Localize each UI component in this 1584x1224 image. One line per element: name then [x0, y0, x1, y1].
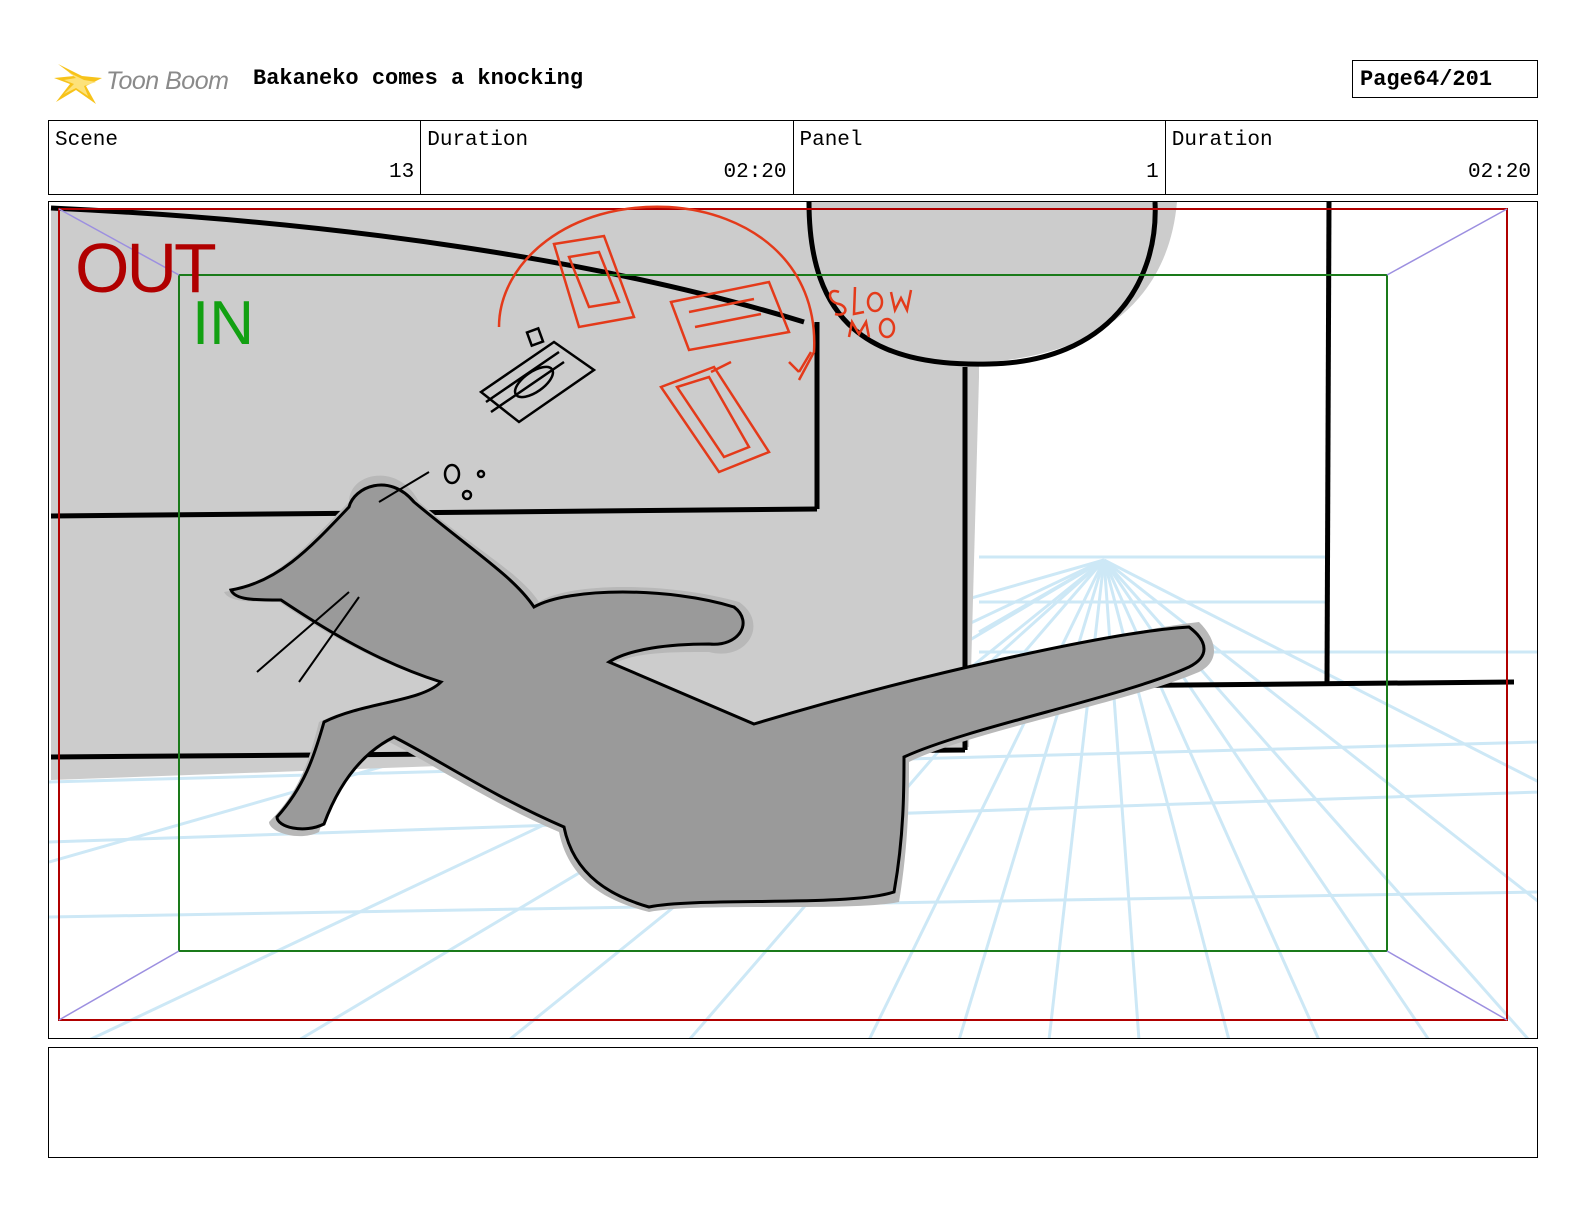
- panel-duration-value: 02:20: [1467, 161, 1531, 184]
- panel-info-row: Scene 13 Duration 02:20 Panel 1 Duration…: [48, 120, 1538, 195]
- toon-boom-logo: Toon Boom: [52, 56, 242, 108]
- page-label: Page: [1360, 66, 1413, 92]
- scene-duration-label: Duration: [427, 129, 529, 152]
- project-title: Bakaneko comes a knocking: [253, 66, 584, 91]
- panel-drawing: [49, 202, 1537, 1038]
- panel-label: Panel: [799, 129, 863, 152]
- starburst-icon: [54, 64, 102, 104]
- storyboard-header: Toon Boom Bakaneko comes a knocking Page…: [48, 52, 1538, 108]
- scene-number: 13: [389, 161, 415, 184]
- storyboard-panel-image: OUT IN: [48, 201, 1538, 1039]
- scene-duration-cell: Duration 02:20: [421, 121, 794, 194]
- panel-cell: Panel 1: [794, 121, 1166, 194]
- scene-label: Scene: [55, 129, 119, 152]
- page-indicator: Page 64/201: [1352, 60, 1538, 98]
- panel-duration-cell: Duration 02:20: [1166, 121, 1537, 194]
- panel-notes-box[interactable]: [48, 1047, 1538, 1158]
- scene-duration-value: 02:20: [723, 161, 787, 184]
- logo-text: Toon Boom: [106, 67, 229, 95]
- page-number: 64/201: [1412, 66, 1493, 92]
- panel-duration-label: Duration: [1171, 129, 1273, 152]
- in-frame-label: IN: [192, 289, 254, 358]
- panel-number: 1: [1146, 161, 1159, 184]
- scene-cell: Scene 13: [49, 121, 422, 194]
